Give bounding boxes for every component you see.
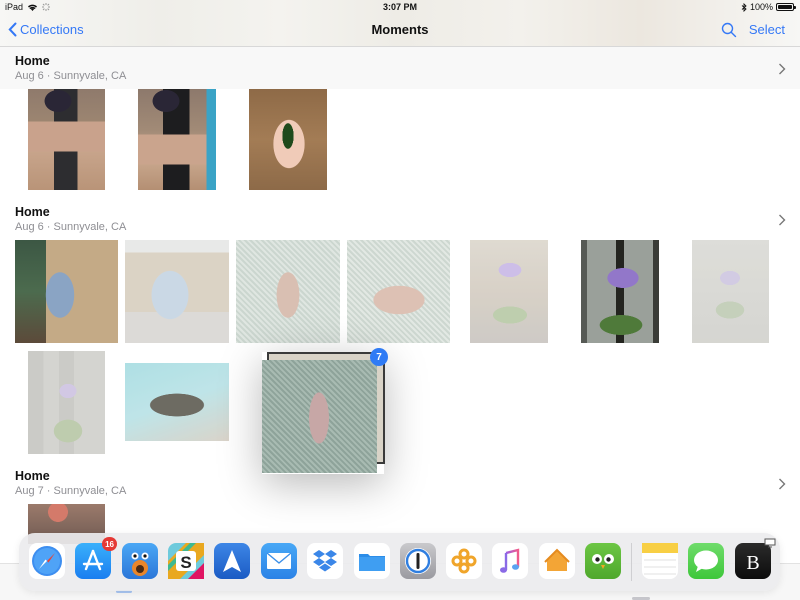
dock-app-1password[interactable] xyxy=(400,543,436,579)
moment-title: Home xyxy=(15,54,50,68)
back-button[interactable]: Collections xyxy=(8,22,84,37)
search-icon[interactable] xyxy=(721,22,737,38)
photo-thumbnail[interactable] xyxy=(125,240,229,343)
page-title: Moments xyxy=(371,22,429,37)
dock-app-music[interactable] xyxy=(492,543,528,579)
chevron-right-icon[interactable] xyxy=(778,63,786,75)
dock-app-home[interactable] xyxy=(539,543,575,579)
drag-preview-stack[interactable]: 7 xyxy=(262,348,388,474)
chevron-left-icon xyxy=(8,22,17,37)
slack-icon: S xyxy=(168,543,204,579)
files-icon xyxy=(359,554,385,571)
dock-app-messages[interactable] xyxy=(688,543,724,579)
moment-subtitle: Aug 7 · Sunnyvale, CA xyxy=(15,485,127,497)
photo-thumbnail[interactable] xyxy=(138,89,216,190)
duolingo-icon xyxy=(592,554,614,569)
dock-app-mail[interactable] xyxy=(261,543,297,579)
photo-thumbnail[interactable] xyxy=(15,240,118,343)
moment-title: Home xyxy=(15,469,50,483)
back-button-label: Collections xyxy=(20,22,84,37)
battery-icon xyxy=(776,3,796,11)
chevron-right-icon[interactable] xyxy=(778,214,786,226)
select-button[interactable]: Select xyxy=(749,22,785,37)
spark-icon xyxy=(223,550,241,572)
bear-icon: B xyxy=(746,552,759,574)
chevron-right-icon[interactable] xyxy=(778,478,786,490)
moment-header[interactable]: Home Aug 7 · Sunnyvale, CA xyxy=(0,464,800,500)
svg-text:S: S xyxy=(180,553,191,572)
photo-thumbnail[interactable] xyxy=(125,363,229,441)
navigation-bar: iPad 3:07 PM 100% Collections Moments Se… xyxy=(0,0,800,47)
dock-app-workflow[interactable] xyxy=(446,543,482,579)
photo-thumbnail[interactable] xyxy=(28,351,105,454)
drag-count-badge: 7 xyxy=(370,348,388,366)
dock-app-notes[interactable] xyxy=(642,543,678,579)
music-icon xyxy=(500,548,520,573)
onepassword-icon xyxy=(405,548,431,574)
photo-thumbnail[interactable] xyxy=(581,240,659,343)
photo-thumbnail[interactable] xyxy=(236,240,340,343)
moment-subtitle: Aug 6 · Sunnyvale, CA xyxy=(15,221,127,233)
photos-app: iPad 3:07 PM 100% Collections Moments Se… xyxy=(0,0,800,600)
safari-icon xyxy=(32,546,62,576)
mail-icon xyxy=(266,552,292,569)
photo-thumbnail[interactable] xyxy=(470,240,548,343)
dock-app-app-store[interactable]: 16 xyxy=(75,537,117,579)
dock-app-slack[interactable]: S xyxy=(168,543,204,579)
moment-header[interactable]: Home Aug 6 · Sunnyvale, CA xyxy=(0,200,800,236)
dropbox-icon xyxy=(313,550,337,572)
moment-subtitle: Aug 6 · Sunnyvale, CA xyxy=(15,70,127,82)
dock-app-safari[interactable] xyxy=(29,543,65,579)
drag-preview-photo xyxy=(262,360,377,473)
status-bar: iPad 3:07 PM 100% xyxy=(0,0,800,15)
battery-percent: 100% xyxy=(749,2,773,12)
moment-header[interactable]: Home Aug 6 · Sunnyvale, CA xyxy=(0,47,800,89)
photo-thumbnail[interactable] xyxy=(249,89,327,190)
dock-app-duolingo[interactable] xyxy=(585,543,621,579)
dock-app-spark[interactable] xyxy=(214,543,250,579)
photo-thumbnail[interactable] xyxy=(28,89,105,190)
notes-icon xyxy=(642,543,678,575)
dock-app-tweetbot[interactable] xyxy=(122,543,158,579)
svg-text:B: B xyxy=(746,552,759,574)
dock-divider xyxy=(631,543,632,581)
photo-thumbnail[interactable] xyxy=(692,240,769,343)
status-time: 3:07 PM xyxy=(382,2,417,12)
bluetooth-icon xyxy=(741,2,747,12)
dock-app-bear[interactable]: B xyxy=(735,538,776,579)
handoff-icon xyxy=(764,538,776,548)
workflow-icon xyxy=(451,548,477,574)
messages-icon xyxy=(694,550,718,572)
dock-app-dropbox[interactable] xyxy=(307,543,343,579)
moment-title: Home xyxy=(15,205,50,219)
photo-thumbnail[interactable] xyxy=(347,240,450,343)
dock-app-files[interactable] xyxy=(354,543,390,579)
home-app-icon xyxy=(544,548,570,571)
notification-badge: 16 xyxy=(102,537,117,551)
tweetbot-icon xyxy=(131,552,149,576)
